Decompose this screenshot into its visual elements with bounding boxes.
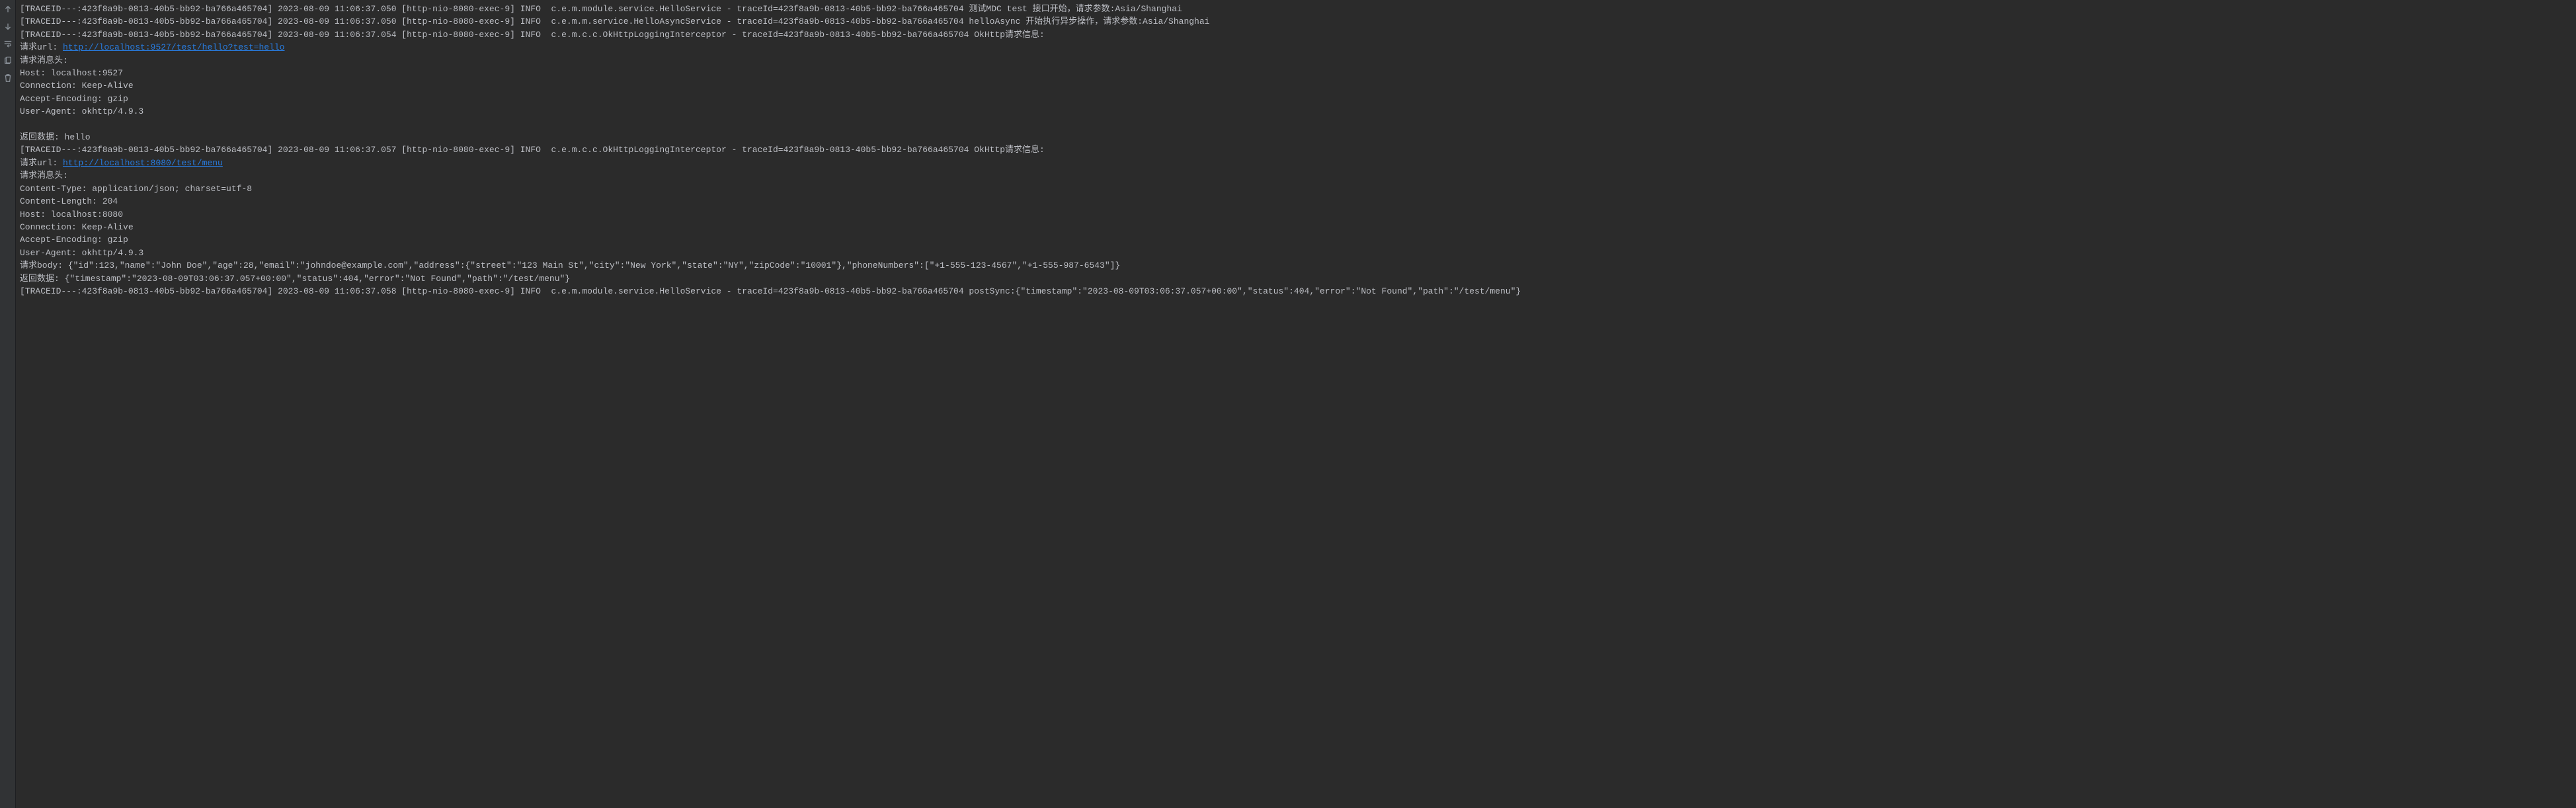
scroll-up-icon[interactable]	[3, 4, 13, 15]
log-link[interactable]: http://localhost:9527/test/hello?test=he…	[63, 42, 284, 52]
log-text: 请求消息头: Host: localhost:9527 Connection: …	[20, 56, 1045, 168]
log-text: 请求消息头: Content-Type: application/json; c…	[20, 171, 1521, 296]
trash-icon[interactable]	[3, 73, 13, 83]
console-gutter	[0, 0, 16, 808]
clipboard-icon[interactable]	[3, 56, 13, 66]
log-link[interactable]: http://localhost:8080/test/menu	[63, 158, 223, 168]
scroll-down-icon[interactable]	[3, 21, 13, 32]
app-root: [TRACEID---:423f8a9b-0813-40b5-bb92-ba76…	[0, 0, 2576, 808]
wrap-icon[interactable]	[3, 38, 13, 49]
console-output[interactable]: [TRACEID---:423f8a9b-0813-40b5-bb92-ba76…	[16, 0, 2576, 808]
